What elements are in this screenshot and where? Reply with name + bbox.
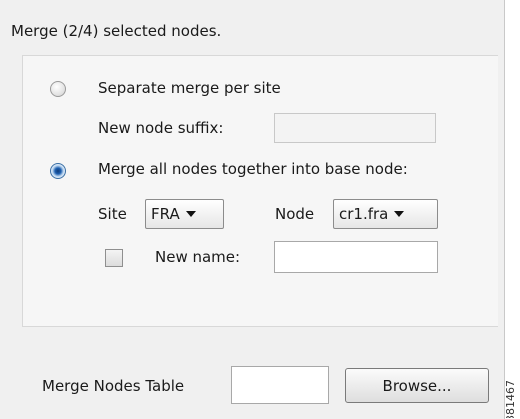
merge-all-label[interactable]: Merge all nodes together into base node: xyxy=(98,160,408,178)
merge-nodes-table-input[interactable] xyxy=(231,366,329,404)
new-node-suffix-label: New node suffix: xyxy=(98,119,224,137)
dialog-header-title: Merge (2/4) selected nodes. xyxy=(11,22,222,40)
site-dropdown[interactable]: FRA xyxy=(145,199,224,229)
browse-button-label: Browse... xyxy=(382,376,452,395)
new-node-suffix-input[interactable] xyxy=(274,113,436,143)
separate-merge-label[interactable]: Separate merge per site xyxy=(98,79,281,97)
merge-nodes-table-label: Merge Nodes Table xyxy=(42,377,185,395)
node-label: Node xyxy=(275,205,315,223)
chevron-down-icon xyxy=(185,211,196,217)
site-dropdown-value: FRA xyxy=(151,205,180,223)
new-name-label: New name: xyxy=(155,248,241,266)
node-dropdown-value: cr1.fra xyxy=(339,205,389,223)
chevron-down-icon xyxy=(394,211,405,217)
new-name-checkbox[interactable] xyxy=(105,249,123,267)
figure-id-text: 381467 xyxy=(504,380,517,418)
merge-nodes-dialog: Merge (2/4) selected nodes. Separate mer… xyxy=(0,0,505,419)
site-label: Site xyxy=(98,205,127,223)
figure-id-watermark: 381467 xyxy=(504,380,518,418)
merge-all-radio[interactable] xyxy=(50,163,66,179)
separate-merge-radio[interactable] xyxy=(50,81,66,97)
new-name-input[interactable] xyxy=(274,241,438,273)
node-dropdown[interactable]: cr1.fra xyxy=(333,199,438,229)
browse-button[interactable]: Browse... xyxy=(345,368,489,403)
